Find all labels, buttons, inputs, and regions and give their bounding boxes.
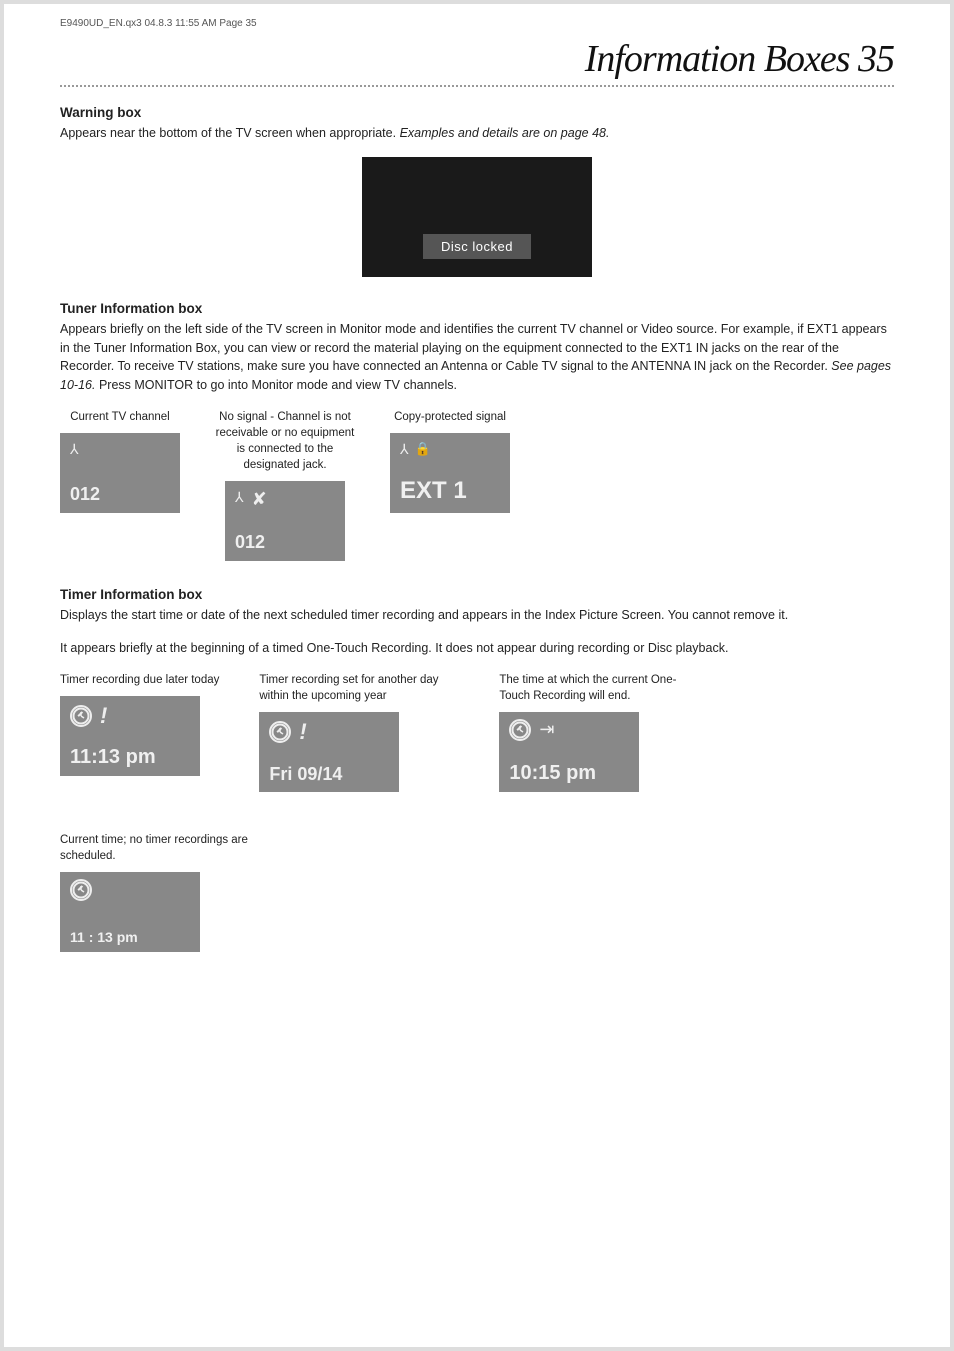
timer-top-row-1: ! bbox=[70, 703, 107, 729]
timer-group-2: Timer recording set for another day with… bbox=[259, 672, 459, 792]
timer-screen-1: ! 11:13 pm bbox=[60, 696, 200, 776]
tuner-box-section: Tuner Information box Appears briefly on… bbox=[60, 301, 894, 561]
timer-clock-icon-4 bbox=[70, 879, 92, 901]
timer-arrow-icon-3: ⇥ bbox=[539, 719, 554, 740]
timer-caption-2: Timer recording set for another day with… bbox=[259, 672, 459, 704]
screen-caption-3: Copy-protected signal bbox=[394, 409, 506, 425]
page-title: Information Boxes 35 bbox=[585, 37, 894, 81]
timer-top-row-4 bbox=[70, 879, 92, 901]
page-wrapper: E9490UD_EN.qx3 04.8.3 11:55 AM Page 35 I… bbox=[0, 0, 954, 1351]
section-divider bbox=[60, 85, 894, 87]
timer-clock-icon-1 bbox=[70, 705, 92, 727]
copy-protection-lock-icon: 🔒 bbox=[415, 441, 431, 457]
timer-screen-4: 11 : 13 pm bbox=[60, 872, 200, 952]
no-signal-star-icon: ✘ bbox=[252, 489, 267, 510]
timer-screens-grid: Timer recording due later today ! 11:13 bbox=[60, 672, 894, 952]
page-border-bottom bbox=[0, 1347, 954, 1351]
timer-time-1: 11:13 pm bbox=[70, 746, 156, 769]
timer-box-section: Timer Information box Displays the start… bbox=[60, 587, 894, 952]
page-border-top bbox=[0, 0, 954, 4]
channel-num-1: 012 bbox=[70, 484, 170, 505]
page-border-right bbox=[950, 0, 954, 1351]
timer-clock-icon-3 bbox=[509, 719, 531, 741]
timer-group-3: The time at which the current One-Touch … bbox=[499, 672, 699, 792]
disc-locked-label: Disc locked bbox=[423, 234, 531, 259]
screen-caption-1: Current TV channel bbox=[70, 409, 170, 425]
warning-box-section: Warning box Appears near the bottom of t… bbox=[60, 105, 894, 277]
warning-box-heading: Warning box bbox=[60, 105, 894, 120]
channel-num-2: 012 bbox=[235, 532, 335, 553]
page-border-left bbox=[0, 0, 4, 1351]
tv-top-row-2: ⅄ ✘ bbox=[235, 489, 335, 510]
antenna-icon-2: ⅄ bbox=[235, 489, 244, 506]
tv-top-row-1: ⅄ bbox=[70, 441, 170, 458]
timer-top-row-2: ! bbox=[269, 719, 306, 745]
warning-box-desc: Appears near the bottom of the TV screen… bbox=[60, 124, 894, 143]
timer-box-desc1: Displays the start time or date of the n… bbox=[60, 606, 894, 625]
tuner-box-desc: Appears briefly on the left side of the … bbox=[60, 320, 894, 395]
tv-screen-content-2: ⅄ ✘ 012 bbox=[235, 489, 335, 553]
tv-top-row-3: ⅄ 🔒 bbox=[400, 441, 500, 458]
timer-caption-3: The time at which the current One-Touch … bbox=[499, 672, 699, 704]
tv-screen-2: ⅄ ✘ 012 bbox=[225, 481, 345, 561]
timer-exclaim-icon-1: ! bbox=[100, 703, 107, 729]
tv-screen-content-3: ⅄ 🔒 EXT 1 bbox=[400, 441, 500, 505]
timer-group-4: Current time; no timer recordings are sc… bbox=[60, 832, 260, 952]
screen-caption-2: No signal - Channel is not receivable or… bbox=[210, 409, 360, 473]
timer-date-2: Fri 09/14 bbox=[269, 764, 342, 785]
screen-group-copy-protected: Copy-protected signal ⅄ 🔒 EXT 1 bbox=[390, 409, 510, 513]
tv-screen-1: ⅄ 012 bbox=[60, 433, 180, 513]
timer-exclaim-icon-2: ! bbox=[299, 719, 306, 745]
timer-group-1: Timer recording due later today ! 11:13 bbox=[60, 672, 219, 792]
screen-group-current-channel: Current TV channel ⅄ 012 bbox=[60, 409, 180, 513]
timer-screen-3: ⇥ 10:15 pm bbox=[499, 712, 639, 792]
page-title-area: Information Boxes 35 bbox=[60, 37, 894, 81]
file-meta: E9490UD_EN.qx3 04.8.3 11:55 AM Page 35 bbox=[60, 18, 894, 29]
timer-caption-4: Current time; no timer recordings are sc… bbox=[60, 832, 260, 864]
timer-screen-2: ! Fri 09/14 bbox=[259, 712, 399, 792]
antenna-icon-1: ⅄ bbox=[70, 441, 79, 458]
tv-screen-content-1: ⅄ 012 bbox=[70, 441, 170, 505]
screen-group-no-signal: No signal - Channel is not receivable or… bbox=[210, 409, 360, 561]
timer-time-3: 10:15 pm bbox=[509, 762, 596, 785]
timer-caption-1: Timer recording due later today bbox=[60, 672, 219, 688]
timer-top-row-3: ⇥ bbox=[509, 719, 554, 741]
timer-box-heading: Timer Information box bbox=[60, 587, 894, 602]
ext-label-3: EXT 1 bbox=[400, 477, 500, 505]
tuner-screens-row: Current TV channel ⅄ 012 No signal - Cha… bbox=[60, 409, 894, 561]
timer-box-desc2: It appears briefly at the beginning of a… bbox=[60, 639, 894, 658]
warning-screen-mockup: Disc locked bbox=[362, 157, 592, 277]
timer-time-4: 11 : 13 pm bbox=[70, 929, 138, 945]
tv-screen-3: ⅄ 🔒 EXT 1 bbox=[390, 433, 510, 513]
timer-clock-icon-2 bbox=[269, 721, 291, 743]
tuner-box-heading: Tuner Information box bbox=[60, 301, 894, 316]
antenna-icon-3: ⅄ bbox=[400, 441, 409, 458]
